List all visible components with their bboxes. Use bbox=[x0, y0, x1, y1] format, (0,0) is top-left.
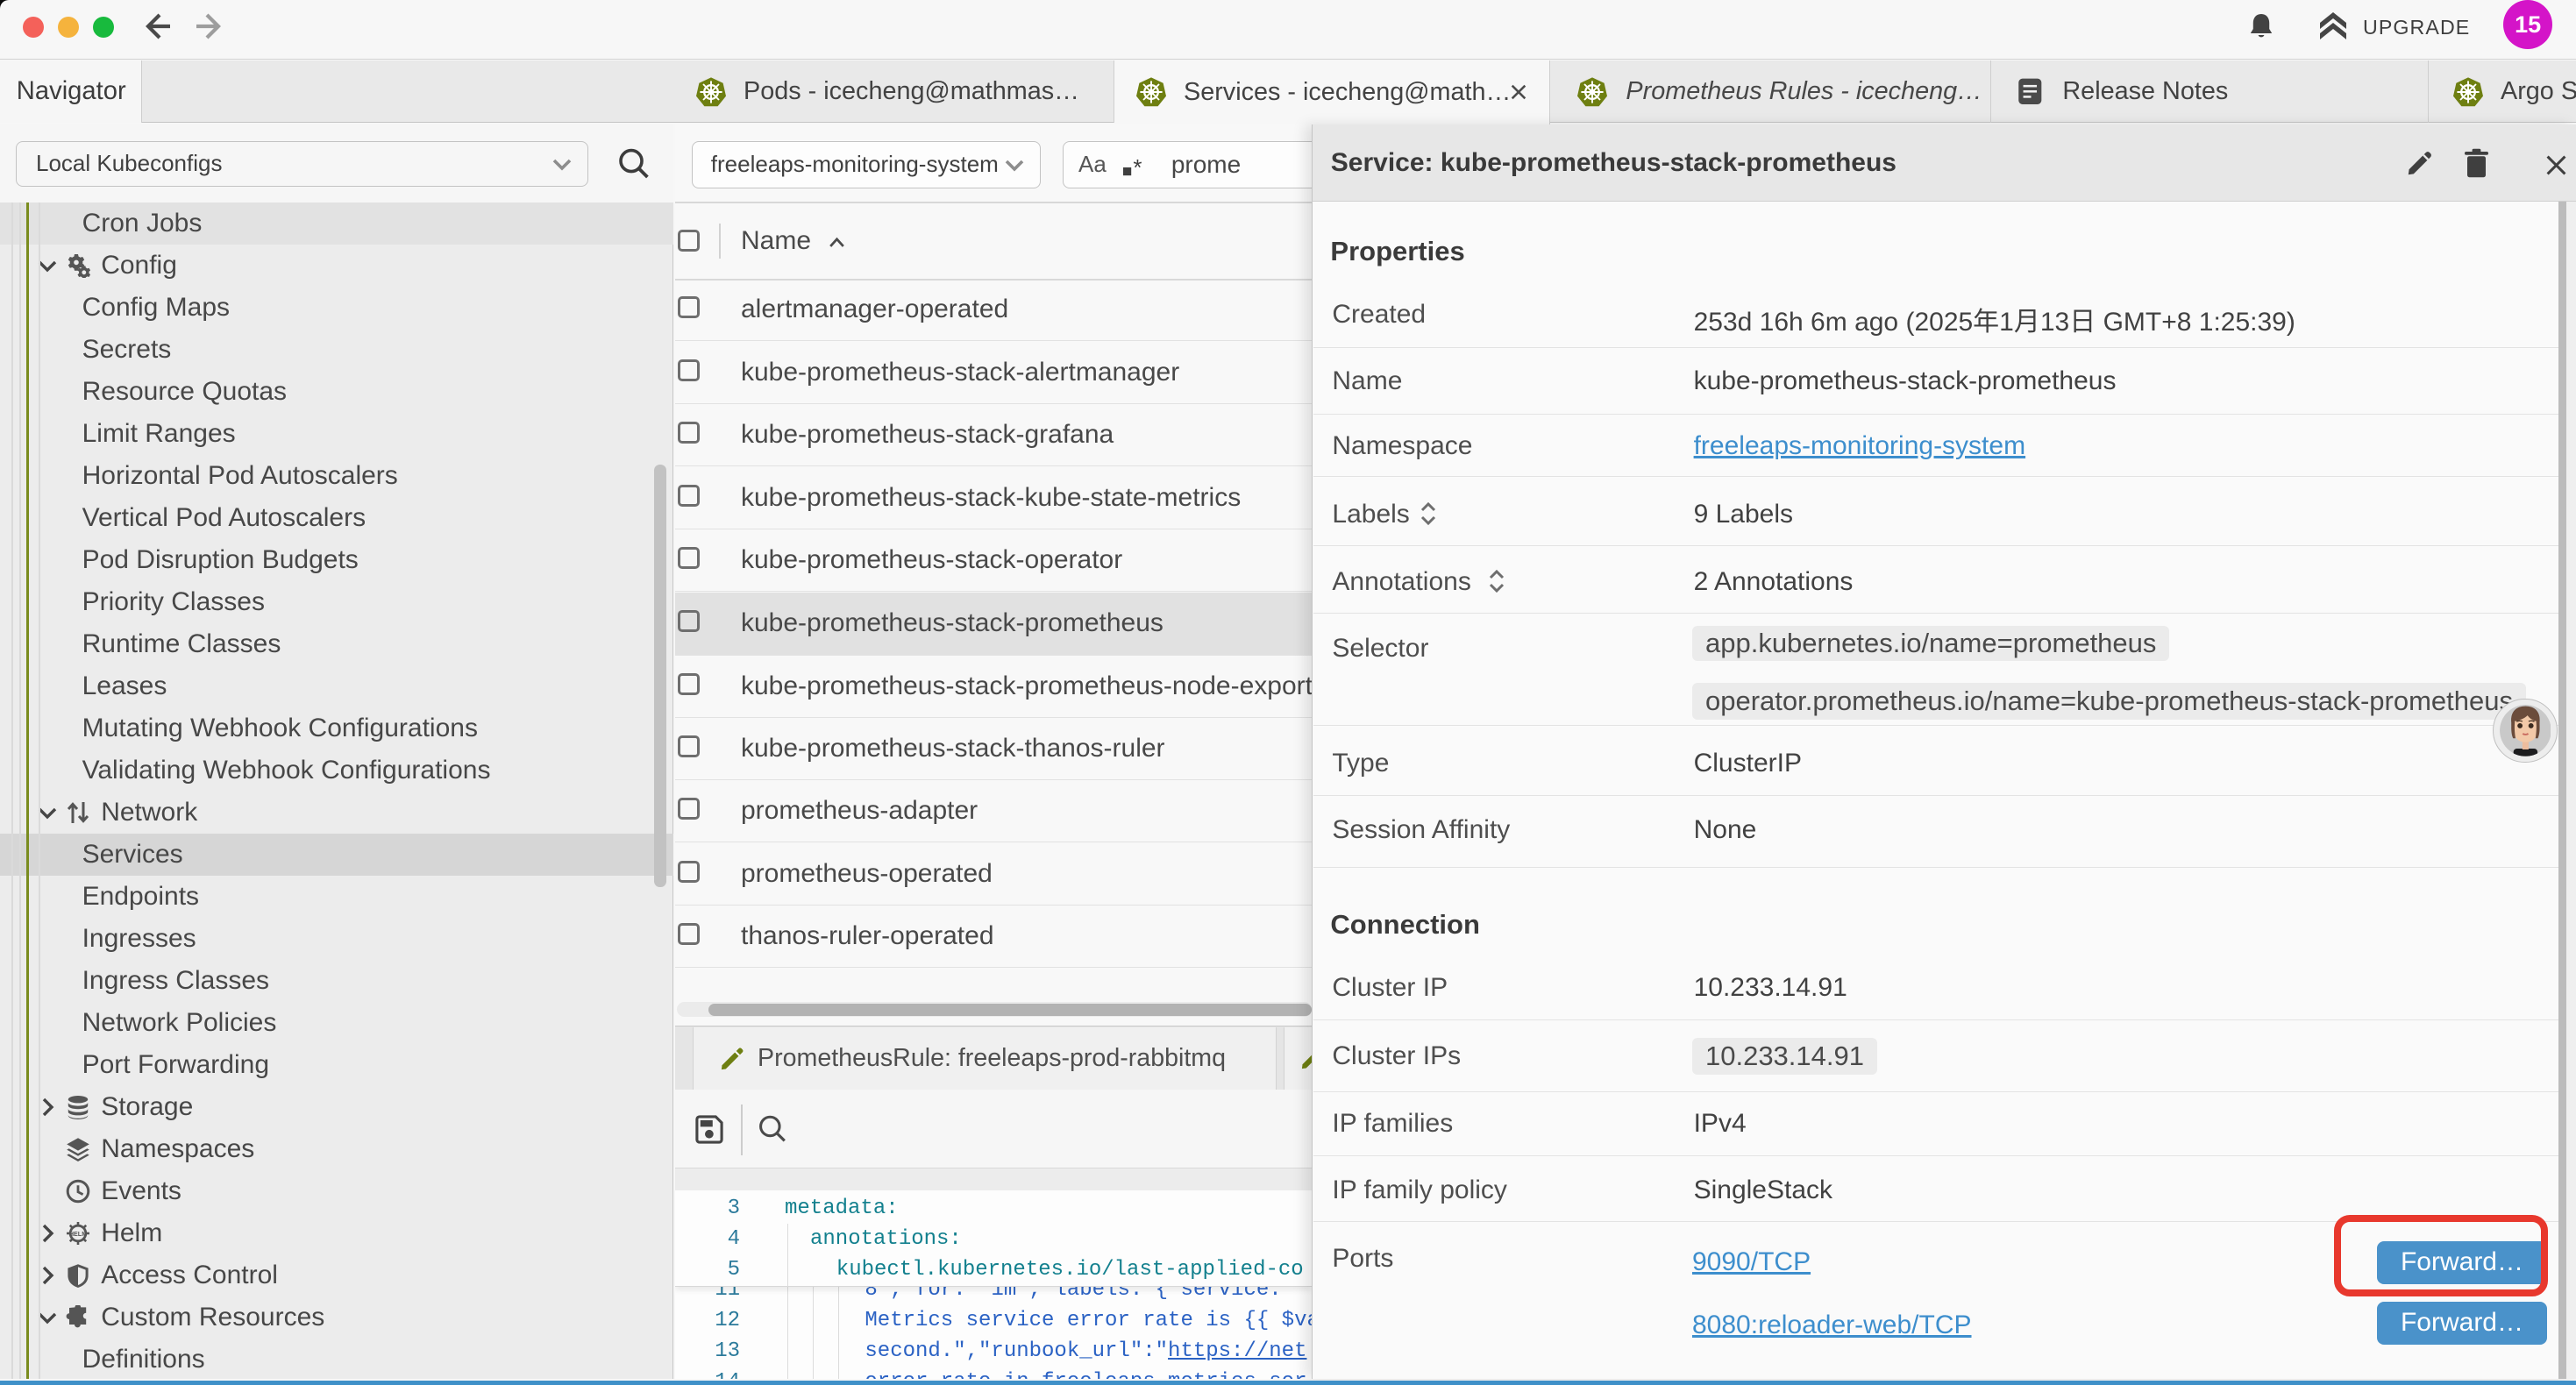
svg-text:*: * bbox=[1133, 155, 1142, 180]
